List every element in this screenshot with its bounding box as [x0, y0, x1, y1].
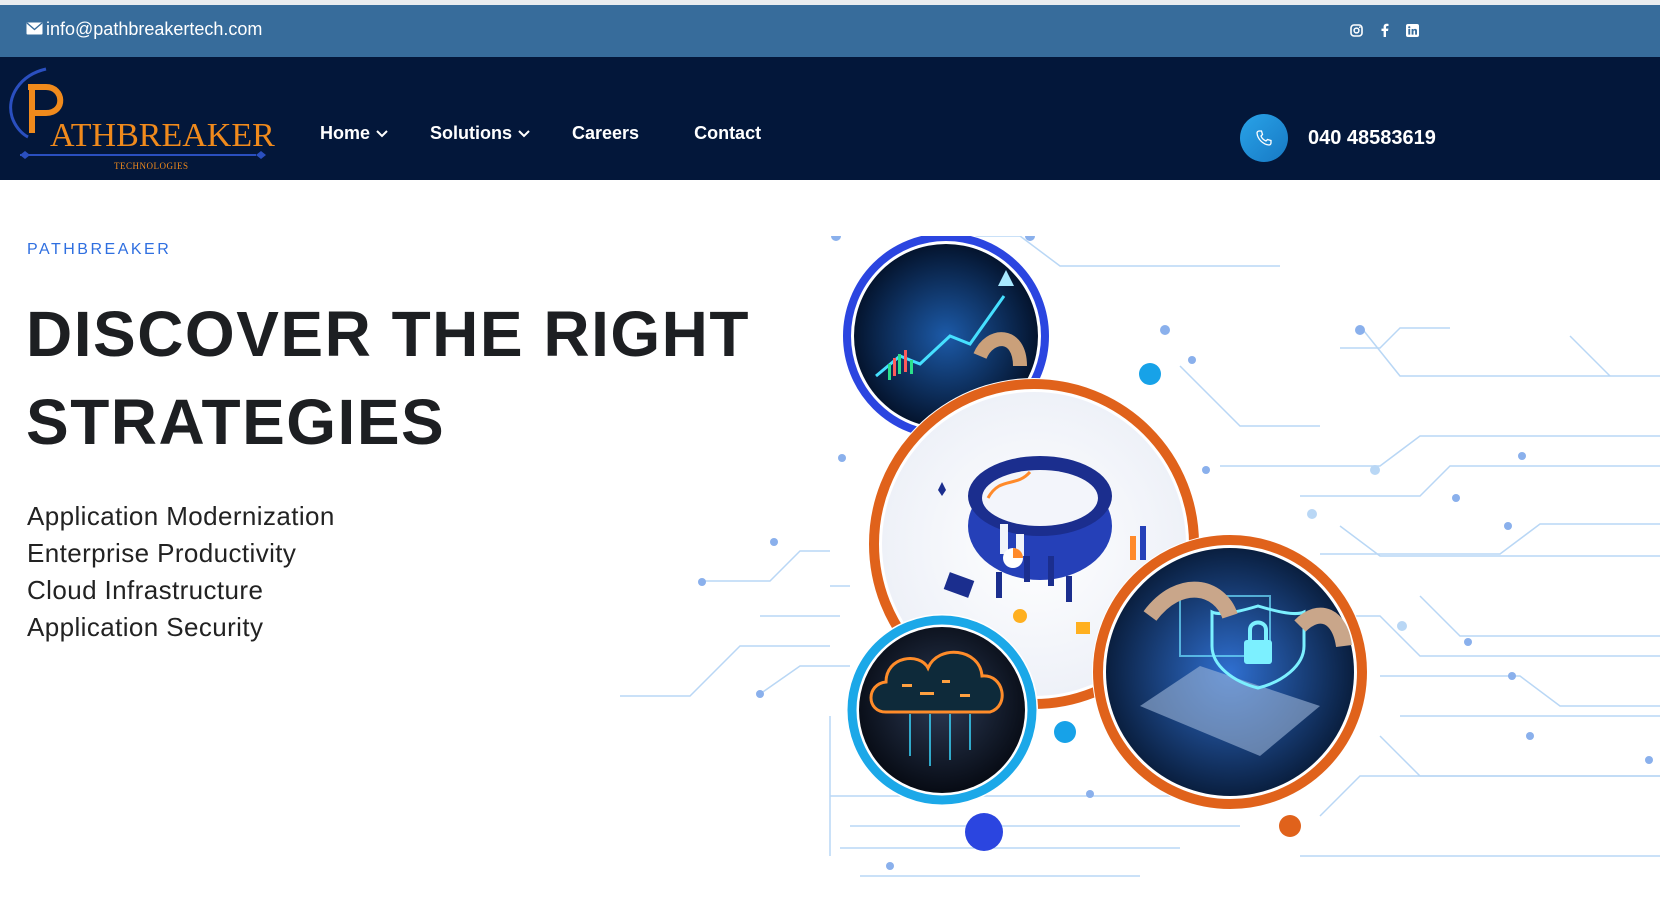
services-list: Application Modernization Enterprise Pro…: [27, 498, 335, 646]
linkedin-icon[interactable]: [1404, 22, 1420, 38]
email-link[interactable]: info@pathbreakertech.com: [26, 19, 262, 40]
main-navbar: ATHBREAKER TECHNOLOGIES Home Solutions C…: [0, 57, 1660, 180]
facebook-icon[interactable]: [1376, 22, 1392, 38]
list-item: Application Security: [27, 612, 264, 642]
hero-eyebrow: PATHBREAKER: [27, 241, 172, 258]
cloud-infrastructure-image: [846, 614, 1038, 806]
nav-item-home[interactable]: Home: [320, 123, 388, 144]
headline-line-2: STRATEGIES: [26, 386, 446, 458]
nav-label-home: Home: [320, 123, 371, 143]
envelope-icon: [26, 19, 43, 40]
chevron-down-icon: [376, 129, 388, 137]
list-item: Cloud Infrastructure: [27, 575, 264, 605]
nav-label-contact: Contact: [694, 123, 762, 143]
nav-item-solutions[interactable]: Solutions: [430, 123, 530, 144]
contact-bar: info@pathbreakertech.com: [0, 5, 1660, 57]
nav-item-contact[interactable]: Contact: [694, 123, 761, 144]
nav-label-solutions: Solutions: [430, 123, 513, 143]
phone-icon: [1240, 114, 1288, 162]
chevron-down-icon: [518, 129, 530, 137]
logo-tagline: TECHNOLOGIES: [114, 161, 189, 171]
email-text: info@pathbreakertech.com: [46, 19, 263, 39]
application-security-image: [1092, 534, 1368, 810]
logo-wordmark: ATHBREAKER: [50, 117, 275, 154]
instagram-icon[interactable]: [1348, 22, 1364, 38]
primary-menu: Home Solutions Careers Contact: [320, 123, 816, 144]
nav-item-careers[interactable]: Careers: [572, 123, 639, 144]
nav-label-careers: Careers: [572, 123, 640, 143]
list-item: Application Modernization: [27, 501, 335, 531]
social-links: [1348, 22, 1420, 38]
phone-number: 040 48583619: [1308, 126, 1436, 149]
hero-illustration: [620, 236, 1660, 877]
phone-contact[interactable]: 040 48583619: [1240, 114, 1436, 162]
pathbreaker-logo[interactable]: ATHBREAKER TECHNOLOGIES: [6, 67, 276, 171]
list-item: Enterprise Productivity: [27, 538, 297, 568]
